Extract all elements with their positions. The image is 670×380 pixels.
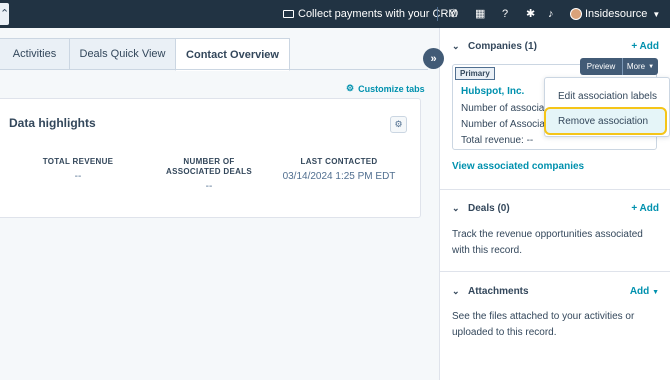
top-navigation-bar: ⌃ Collect payments with your CRM ✆ ▦ ? ✱… [0, 0, 670, 28]
credit-card-icon [283, 10, 294, 18]
tab-label: Activities [12, 48, 57, 60]
metric-label: LAST CONTACTED [300, 157, 378, 166]
collapse-sidebar-button[interactable]: » [423, 48, 444, 69]
section-divider [440, 189, 670, 190]
preview-label: Preview [586, 62, 616, 71]
phone-icon[interactable]: ✆ [449, 8, 458, 20]
account-name: Insidesource [585, 8, 648, 20]
card-title: Data highlights [9, 116, 96, 130]
help-icon[interactable]: ? [502, 8, 508, 20]
deals-section-header[interactable]: ⌄ Deals (0) + Add [440, 200, 670, 220]
add-attachment-label: Add [629, 286, 650, 297]
collect-payments-link[interactable]: Collect payments with your CRM [283, 0, 458, 28]
metric-value: -- [205, 181, 213, 192]
company-property-row: Number of associate [461, 103, 553, 114]
nav-edge-glyph: ⌃ [0, 8, 10, 20]
tab-contact-overview[interactable]: Contact Overview [175, 38, 290, 71]
deals-title: Deals (0) [468, 203, 510, 214]
metric-last-contacted: LAST CONTACTED 03/14/2024 1:25 PM EDT [279, 157, 399, 182]
metric-associated-deals: NUMBER OF ASSOCIATED DEALS -- [155, 157, 263, 192]
metric-label: TOTAL REVENUE [42, 157, 114, 166]
card-settings-button[interactable]: ⚙ [390, 116, 407, 133]
company-name-link[interactable]: Hubspot, Inc. [461, 86, 524, 97]
avatar[interactable] [570, 8, 582, 20]
menu-item-label: Edit association labels [558, 90, 657, 102]
metric-label: NUMBER OF ASSOCIATED DEALS [166, 157, 252, 176]
nav-divider [437, 7, 438, 21]
tab-activities[interactable]: Activities [0, 38, 70, 70]
add-company-button[interactable]: + Add [631, 41, 659, 52]
company-property-row: Total revenue: -- [461, 135, 534, 146]
more-button[interactable]: More ▼ [623, 58, 658, 75]
view-associated-companies-link[interactable]: View associated companies [452, 161, 584, 172]
attachments-section-header[interactable]: ⌄ Attachments Add ▼ [440, 283, 670, 303]
primary-badge: Primary [455, 67, 495, 80]
attachments-title: Attachments [468, 286, 529, 297]
section-divider [440, 271, 670, 272]
settings-gear-icon[interactable]: ✱ [526, 8, 535, 20]
customize-tabs-link[interactable]: ⚙ Customize tabs [346, 83, 425, 94]
gear-icon: ⚙ [394, 119, 403, 129]
chevron-down-icon: ▼ [652, 9, 661, 19]
notifications-bell-icon[interactable]: ♪ [548, 8, 554, 20]
data-highlights-card: Data highlights ⚙ TOTAL REVENUE -- NUMBE… [0, 98, 421, 218]
chevron-down-icon: ▼ [648, 63, 655, 70]
tab-deals-quick-view[interactable]: Deals Quick View [69, 38, 176, 70]
company-property-row: Number of Associat [461, 119, 548, 130]
record-tabs: Activities Deals Quick View Contact Over… [0, 38, 290, 71]
menu-item-label: Remove association [558, 115, 649, 127]
tab-label: Deals Quick View [79, 48, 166, 60]
chevron-down-icon[interactable]: ⌄ [452, 203, 460, 214]
gear-icon: ⚙ [346, 83, 355, 93]
add-attachment-button[interactable]: Add ▼ [630, 286, 659, 297]
marketplace-icon[interactable]: ▦ [475, 8, 485, 20]
tabs-divider [0, 69, 428, 70]
companies-title: Companies (1) [468, 41, 537, 52]
preview-button[interactable]: Preview [580, 58, 623, 75]
more-label: More [626, 62, 646, 71]
menu-item-remove-association[interactable]: Remove association [544, 107, 667, 135]
nav-search-edge[interactable]: ⌃ [0, 3, 9, 25]
customize-tabs-label: Customize tabs [358, 83, 425, 94]
double-chevron-right-icon: » [430, 52, 437, 65]
more-dropdown-menu: Edit association labels Remove associati… [544, 77, 670, 137]
attachments-description: See the files attached to your activitie… [452, 311, 635, 338]
deals-description: Track the revenue opportunities associat… [452, 229, 643, 256]
menu-item-edit-association-labels[interactable]: Edit association labels [545, 85, 669, 107]
chevron-down-icon: ▼ [652, 289, 659, 296]
chevron-down-icon[interactable]: ⌄ [452, 286, 460, 297]
metric-value: 03/14/2024 1:25 PM EDT [282, 171, 396, 182]
collect-payments-label: Collect payments with your CRM [298, 8, 458, 20]
add-deal-button[interactable]: + Add [631, 203, 659, 214]
metric-value: -- [74, 171, 82, 182]
tab-label: Contact Overview [186, 48, 279, 61]
association-actions: Preview More ▼ [580, 58, 658, 75]
account-menu[interactable]: Insidesource ▼ [585, 0, 660, 28]
chevron-down-icon[interactable]: ⌄ [452, 41, 460, 52]
companies-section-header[interactable]: ⌄ Companies (1) + Add [440, 38, 670, 58]
metric-total-revenue: TOTAL REVENUE -- [34, 157, 122, 182]
